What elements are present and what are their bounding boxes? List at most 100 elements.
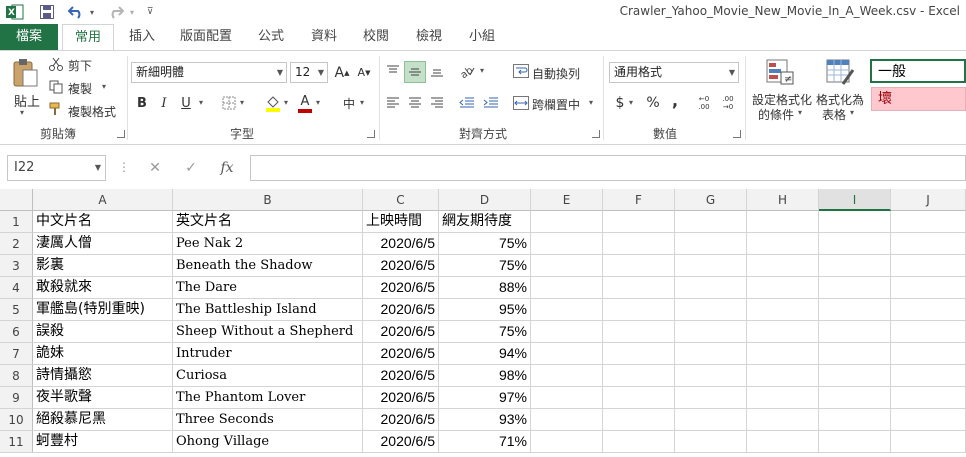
phonetic-dropdown-icon[interactable]: ▾ [360, 98, 364, 107]
cell[interactable]: 夜半歌聲 [33, 387, 173, 409]
cell[interactable] [603, 365, 675, 387]
tab-home[interactable]: 常用 [62, 24, 114, 52]
currency-button[interactable]: $ [612, 93, 628, 113]
increase-decimal-icon[interactable]: ←0 .00 [693, 93, 715, 113]
format-as-table-dropdown-icon[interactable]: ▾ [850, 108, 854, 117]
enter-entry-icon[interactable]: ✓ [176, 157, 206, 179]
column-header-e[interactable]: E [531, 189, 603, 211]
cell[interactable] [603, 321, 675, 343]
cell[interactable]: 2020/6/5 [363, 343, 439, 365]
cell[interactable] [891, 211, 966, 233]
font-launcher-icon[interactable] [367, 130, 375, 138]
format-painter-icon[interactable] [48, 101, 64, 117]
cell[interactable]: 誤殺 [33, 321, 173, 343]
cell[interactable] [891, 431, 966, 453]
undo-dropdown-icon[interactable]: ▾ [87, 2, 97, 22]
copy-dropdown-icon[interactable]: ▾ [102, 82, 106, 91]
cell[interactable]: 94% [439, 343, 531, 365]
cell[interactable] [747, 277, 819, 299]
font-color-icon[interactable]: A [296, 92, 314, 114]
cell[interactable]: 2020/6/5 [363, 233, 439, 255]
cell[interactable] [819, 211, 891, 233]
percent-button[interactable]: % [644, 93, 662, 113]
bold-button[interactable]: B [134, 93, 150, 113]
format-painter-button[interactable]: 複製格式 [68, 103, 116, 120]
cell[interactable] [819, 299, 891, 321]
cell[interactable]: 英文片名 [173, 211, 363, 233]
tab-view[interactable]: 檢視 [408, 24, 450, 51]
row-header[interactable]: 1 [0, 211, 33, 233]
alignment-launcher-icon[interactable] [592, 130, 600, 138]
cell[interactable] [891, 299, 966, 321]
formula-input[interactable] [250, 155, 966, 181]
cell[interactable]: The Dare [173, 277, 363, 299]
cell[interactable]: Pee Nak 2 [173, 233, 363, 255]
number-format-combo[interactable]: 通用格式 ▼ [609, 62, 739, 83]
cell[interactable] [891, 365, 966, 387]
font-color-dropdown-icon[interactable]: ▾ [316, 98, 320, 107]
cell[interactable]: Ohong Village [173, 431, 363, 453]
cell[interactable] [603, 409, 675, 431]
row-header[interactable]: 5 [0, 299, 33, 321]
style-bad[interactable]: 壞 [871, 87, 966, 111]
increase-indent-icon[interactable] [481, 93, 501, 113]
cell[interactable] [747, 211, 819, 233]
cancel-entry-icon[interactable]: ✕ [140, 157, 170, 179]
cell[interactable]: 2020/6/5 [363, 321, 439, 343]
align-center-icon[interactable] [406, 93, 424, 113]
cell[interactable] [747, 431, 819, 453]
tab-data[interactable]: 資料 [303, 24, 345, 51]
column-header-f[interactable]: F [603, 189, 675, 211]
cell[interactable] [747, 409, 819, 431]
cell[interactable] [675, 211, 747, 233]
redo-icon[interactable] [106, 2, 126, 22]
fill-color-icon[interactable] [264, 92, 282, 114]
cell[interactable] [675, 343, 747, 365]
cell[interactable]: 詭妹 [33, 343, 173, 365]
cell[interactable]: 網友期待度 [439, 211, 531, 233]
paste-icon[interactable] [8, 58, 42, 88]
row-header[interactable]: 6 [0, 321, 33, 343]
cell[interactable] [891, 277, 966, 299]
cell[interactable] [531, 299, 603, 321]
cell[interactable] [603, 233, 675, 255]
cell[interactable] [891, 387, 966, 409]
currency-dropdown-icon[interactable]: ▾ [629, 98, 633, 107]
tab-formulas[interactable]: 公式 [250, 24, 292, 51]
cell[interactable] [603, 343, 675, 365]
cell[interactable]: 上映時間 [363, 211, 439, 233]
align-bottom-icon[interactable] [428, 61, 446, 81]
cell[interactable]: 75% [439, 321, 531, 343]
tab-insert[interactable]: 插入 [120, 24, 164, 51]
format-as-table-label-2[interactable]: 表格 [822, 106, 846, 123]
cell[interactable]: 詩情攝慾 [33, 365, 173, 387]
cell[interactable] [531, 387, 603, 409]
cell[interactable]: Curiosa [173, 365, 363, 387]
column-header-g[interactable]: G [675, 189, 747, 211]
cell[interactable] [603, 387, 675, 409]
merge-dropdown-icon[interactable]: ▾ [589, 98, 593, 107]
cell[interactable]: 絕殺慕尼黑 [33, 409, 173, 431]
cell[interactable] [531, 233, 603, 255]
paste-button[interactable]: 貼上 [14, 91, 40, 110]
cell[interactable] [819, 321, 891, 343]
cell[interactable] [531, 343, 603, 365]
cell[interactable] [819, 277, 891, 299]
row-header[interactable]: 3 [0, 255, 33, 277]
column-header-b[interactable]: B [173, 189, 363, 211]
cell[interactable] [819, 409, 891, 431]
cell[interactable] [819, 387, 891, 409]
italic-button[interactable]: I [156, 93, 172, 113]
wrap-text-icon[interactable] [512, 62, 530, 80]
align-right-icon[interactable] [428, 93, 446, 113]
cell[interactable]: 中文片名 [33, 211, 173, 233]
cell[interactable]: 97% [439, 387, 531, 409]
paste-dropdown-icon[interactable]: ▾ [20, 108, 24, 117]
tab-team[interactable]: 小組 [461, 24, 503, 51]
cell[interactable] [675, 255, 747, 277]
cell[interactable] [747, 299, 819, 321]
cell[interactable] [531, 211, 603, 233]
cell[interactable] [891, 321, 966, 343]
merge-center-icon[interactable] [512, 94, 530, 112]
row-header[interactable]: 10 [0, 409, 33, 431]
